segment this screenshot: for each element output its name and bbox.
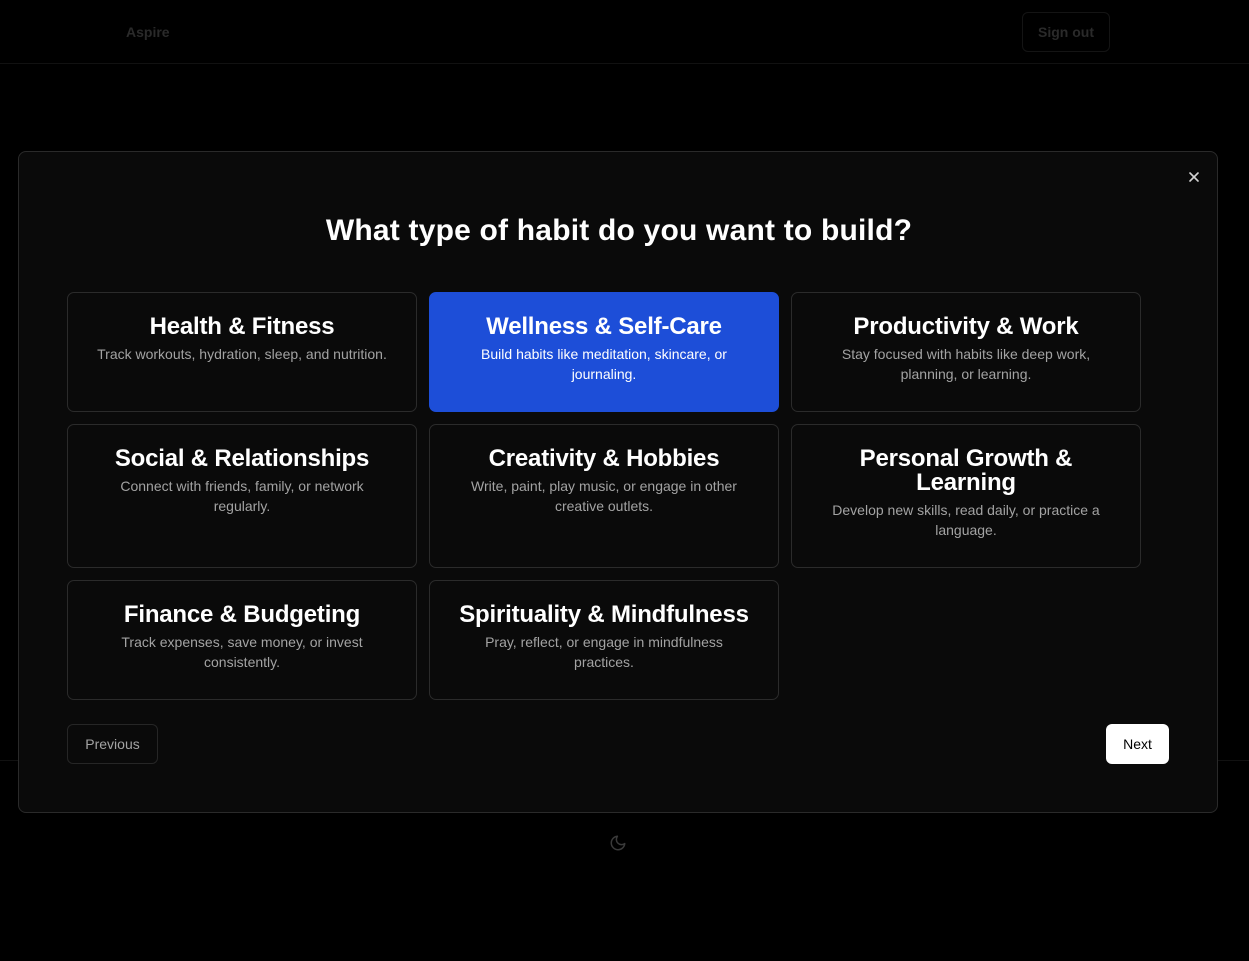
next-button[interactable]: Next — [1106, 724, 1169, 764]
moon-icon[interactable] — [609, 834, 627, 852]
previous-button[interactable]: Previous — [67, 724, 158, 764]
category-card-creativity-hobbies[interactable]: Creativity & Hobbies Write, paint, play … — [429, 424, 779, 568]
category-title: Personal Growth & Learning — [859, 445, 1073, 496]
category-card-finance-budgeting[interactable]: Finance & Budgeting Track expenses, save… — [67, 580, 417, 700]
category-card-wellness-self-care[interactable]: Wellness & Self-Care Build habits like m… — [429, 292, 779, 412]
category-description: Build habits like meditation, skincare, … — [481, 346, 727, 382]
category-description: Pray, reflect, or engage in mindfulness … — [485, 634, 723, 670]
category-description: Write, paint, play music, or engage in o… — [471, 478, 737, 514]
category-title: Productivity & Work — [853, 313, 1079, 340]
category-description: Stay focused with habits like deep work,… — [841, 346, 1091, 382]
sign-out-button[interactable]: Sign out — [1022, 12, 1110, 52]
top-bar: Aspire Sign out — [0, 0, 1249, 64]
category-description: Connect with friends, family, or network… — [120, 478, 364, 514]
category-description: Track expenses, save money, or invest co… — [121, 634, 363, 670]
category-title: Wellness & Self-Care — [486, 313, 722, 340]
category-card-spirituality-mindfulness[interactable]: Spirituality & Mindfulness Pray, reflect… — [429, 580, 779, 700]
category-card-social-relationships[interactable]: Social & Relationships Connect with frie… — [67, 424, 417, 568]
category-title: Creativity & Hobbies — [488, 445, 720, 472]
category-card-health-fitness[interactable]: Health & Fitness Track workouts, hydrati… — [67, 292, 417, 412]
category-description: Develop new skills, read daily, or pract… — [832, 502, 1100, 538]
category-title: Health & Fitness — [149, 313, 335, 340]
category-card-productivity-work[interactable]: Productivity & Work Stay focused with ha… — [791, 292, 1141, 412]
brand-logo[interactable]: Aspire — [126, 24, 170, 40]
category-title: Finance & Budgeting — [123, 601, 361, 628]
close-icon[interactable] — [1183, 166, 1205, 188]
category-description: Track workouts, hydration, sleep, and nu… — [97, 346, 387, 362]
category-title: Spirituality & Mindfulness — [459, 601, 749, 628]
category-card-personal-growth-learning[interactable]: Personal Growth & Learning Develop new s… — [791, 424, 1141, 568]
dialog-title: What type of habit do you want to build? — [325, 214, 913, 247]
habit-type-dialog: What type of habit do you want to build?… — [18, 151, 1218, 813]
category-title: Social & Relationships — [114, 445, 370, 472]
